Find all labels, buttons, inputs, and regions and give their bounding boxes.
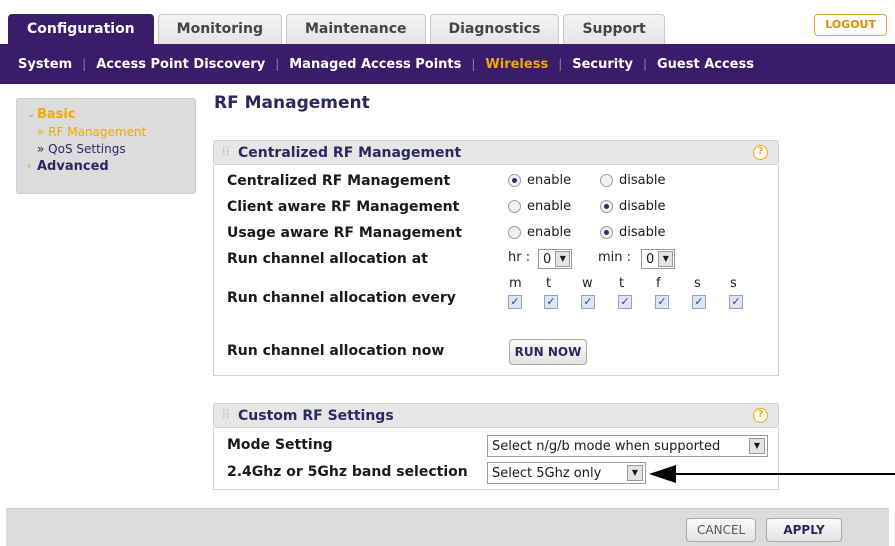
- apply-button[interactable]: APPLY: [766, 518, 842, 542]
- cancel-button[interactable]: CANCEL: [686, 518, 757, 542]
- footer-bar: CANCEL APPLY: [6, 508, 889, 546]
- callout-arrow-icon: [649, 465, 895, 483]
